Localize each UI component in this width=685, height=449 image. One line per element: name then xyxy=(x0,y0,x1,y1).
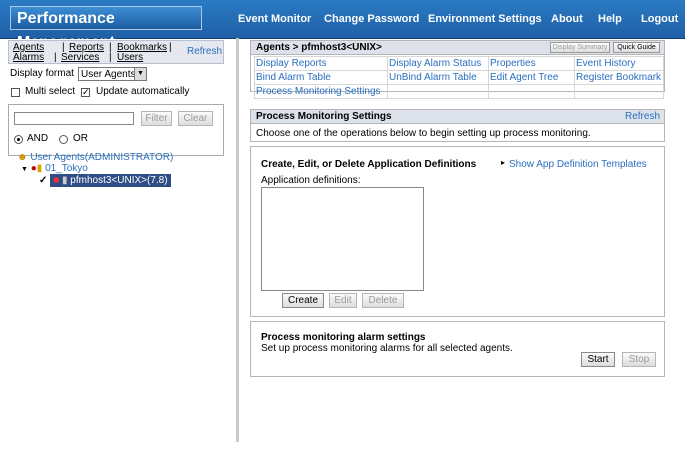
tab-services[interactable]: Services xyxy=(61,52,99,63)
separator: | xyxy=(109,52,112,63)
op-process-monitoring-settings[interactable]: Process Monitoring Settings xyxy=(256,86,381,97)
nav-about[interactable]: About xyxy=(551,13,583,25)
nav-event-monitor[interactable]: Event Monitor xyxy=(238,13,311,25)
app-defs-list[interactable] xyxy=(261,187,424,291)
right-panel: Agents > pfmhost3<UNIX> Display Summary … xyxy=(240,38,685,442)
and-radio[interactable] xyxy=(14,135,23,144)
op-properties[interactable]: Properties xyxy=(490,58,536,69)
op-unbind-alarm-table[interactable]: UnBind Alarm Table xyxy=(389,72,477,83)
operations-table: Display Reports Display Alarm Status Pro… xyxy=(254,56,664,99)
separator: | xyxy=(169,42,172,53)
left-tabs: Agents | Reports | Bookmarks | Alarms | … xyxy=(8,40,224,64)
nav-help[interactable]: Help xyxy=(598,13,622,25)
update-auto-label: Update automatically xyxy=(96,86,190,97)
nav-change-password[interactable]: Change Password xyxy=(324,13,419,25)
display-format-value: User Agents xyxy=(81,69,136,80)
op-event-history[interactable]: Event History xyxy=(576,58,635,69)
clear-button[interactable]: Clear xyxy=(178,111,213,126)
filter-button[interactable]: Filter xyxy=(141,111,172,126)
start-button[interactable]: Start xyxy=(581,352,615,367)
tab-users[interactable]: Users xyxy=(117,52,143,63)
tab-alarms[interactable]: Alarms xyxy=(13,52,44,63)
alarm-settings-box: Process monitoring alarm settings Set up… xyxy=(250,321,665,377)
error-icon: ■ xyxy=(53,175,60,186)
check-icon: ✓ xyxy=(39,175,48,186)
tree-root[interactable]: ☻ User Agents(ADMINISTRATOR) xyxy=(17,152,173,163)
and-label: AND xyxy=(27,133,49,144)
tree-agent-selected: ■ ▮ pfmhost3<UNIX>(7.8) xyxy=(50,174,171,187)
filter-input[interactable] xyxy=(14,112,134,125)
delete-button[interactable]: Delete xyxy=(362,293,404,308)
or-radio[interactable] xyxy=(59,135,68,144)
dropdown-arrow-icon: ▼ xyxy=(134,68,146,80)
pm-description: Choose one of the operations below to be… xyxy=(256,128,591,139)
multi-select-label: Multi select xyxy=(25,86,76,97)
op-display-alarm-status[interactable]: Display Alarm Status xyxy=(389,58,481,69)
or-label: OR xyxy=(73,133,88,144)
quick-guide-button[interactable]: Quick Guide xyxy=(613,42,660,53)
op-display-reports[interactable]: Display Reports xyxy=(256,58,327,69)
nav-environment-settings[interactable]: Environment Settings xyxy=(428,13,542,25)
edit-button[interactable]: Edit xyxy=(329,293,357,308)
agent-operations-box: Agents > pfmhost3<UNIX> Display Summary … xyxy=(250,40,665,99)
panel-divider[interactable] xyxy=(236,38,239,442)
user-agents-icon: ☻ xyxy=(17,152,28,163)
display-summary-button[interactable]: Display Summary xyxy=(550,42,610,53)
display-format-select[interactable]: User Agents ▼ xyxy=(78,67,147,81)
process-monitoring-box: Process Monitoring Settings Refresh Choo… xyxy=(250,109,665,142)
update-auto-checkbox[interactable]: ✓ xyxy=(81,88,90,97)
op-bind-alarm-table[interactable]: Bind Alarm Table xyxy=(256,72,331,83)
separator: | xyxy=(54,52,57,63)
left-refresh-link[interactable]: Refresh xyxy=(187,46,222,57)
multi-select-checkbox[interactable] xyxy=(11,88,20,97)
create-button[interactable]: Create xyxy=(282,293,324,308)
left-panel: Agents | Reports | Bookmarks | Alarms | … xyxy=(3,40,237,440)
tree-root-label: User Agents(ADMINISTRATOR) xyxy=(30,152,174,163)
display-format-label: Display format xyxy=(10,68,74,79)
app-defs-list-label: Application definitions: xyxy=(261,175,361,186)
tree-agent[interactable]: ✓ ■ ▮ pfmhost3<UNIX>(7.8) xyxy=(39,174,171,187)
op-edit-agent-tree[interactable]: Edit Agent Tree xyxy=(490,72,558,83)
show-templates-link[interactable]: Show App Definition Templates xyxy=(509,159,647,170)
alarm-settings-title: Process monitoring alarm settings xyxy=(261,332,426,343)
arrow-right-icon: ▸ xyxy=(501,158,506,167)
pm-refresh-link[interactable]: Refresh xyxy=(625,111,660,122)
tree-group-label: 01_Tokyo xyxy=(45,163,88,174)
pm-title: Process Monitoring Settings xyxy=(251,110,664,124)
nav-logout[interactable]: Logout xyxy=(641,13,678,25)
tree-group[interactable]: ▼ ●▮ 01_Tokyo xyxy=(21,163,88,174)
tree-agent-label: pfmhost3<UNIX>(7.8) xyxy=(70,175,168,186)
app-title: Performance Management xyxy=(10,6,202,51)
host-icon: ▮ xyxy=(62,175,68,186)
app-defs-title: Create, Edit, or Delete Application Defi… xyxy=(261,159,477,170)
stop-button[interactable]: Stop xyxy=(622,352,656,367)
op-register-bookmark[interactable]: Register Bookmark xyxy=(576,72,661,83)
collapse-icon: ▼ xyxy=(21,166,28,173)
app-definitions-box: Create, Edit, or Delete Application Defi… xyxy=(250,146,665,317)
folder-icon: ▮ xyxy=(36,163,43,174)
filter-box: Filter Clear AND OR xyxy=(8,104,224,156)
top-bar: Performance Management Event Monitor Cha… xyxy=(0,0,685,51)
alarm-settings-description: Set up process monitoring alarms for all… xyxy=(261,343,513,354)
